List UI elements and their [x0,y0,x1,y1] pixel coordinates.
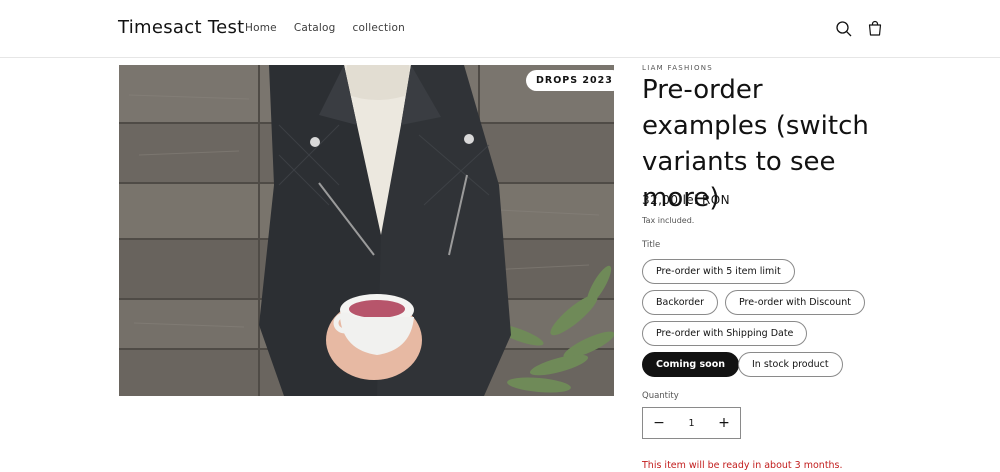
variant-pre-order-discount[interactable]: Pre-order with Discount [725,290,865,315]
variant-coming-soon[interactable]: Coming soon [642,352,739,377]
search-icon[interactable] [834,19,854,39]
site-header: Timesact Test Home Catalog collection [0,0,1000,58]
cart-icon[interactable] [865,19,885,39]
nav-collection[interactable]: collection [353,22,405,34]
variant-pre-order-5-item-limit[interactable]: Pre-order with 5 item limit [642,259,795,284]
collection-badge: DROPS 2023 [526,70,623,91]
variant-option-label: Title [642,240,661,250]
quantity-label: Quantity [642,391,679,401]
variant-backorder[interactable]: Backorder [642,290,719,315]
quantity-input[interactable] [675,408,708,438]
quantity-decrease-button[interactable]: − [643,408,675,438]
quantity-stepper: − + [642,407,741,439]
product-image[interactable] [119,65,614,396]
variant-in-stock[interactable]: In stock product [738,352,843,377]
product-price: 32,00 lei RON [642,193,730,207]
product-vendor: LIAM FASHIONS [642,64,714,72]
variant-pre-order-shipping-date[interactable]: Pre-order with Shipping Date [642,321,808,346]
store-logo[interactable]: Timesact Test [118,17,244,38]
nav-catalog[interactable]: Catalog [294,22,336,34]
availability-notice: This item will be ready in about 3 month… [642,460,843,471]
tax-note: Tax included. [642,216,695,225]
nav-home[interactable]: Home [245,22,277,34]
main-nav: Home Catalog collection [245,22,422,34]
quantity-increase-button[interactable]: + [708,408,740,438]
